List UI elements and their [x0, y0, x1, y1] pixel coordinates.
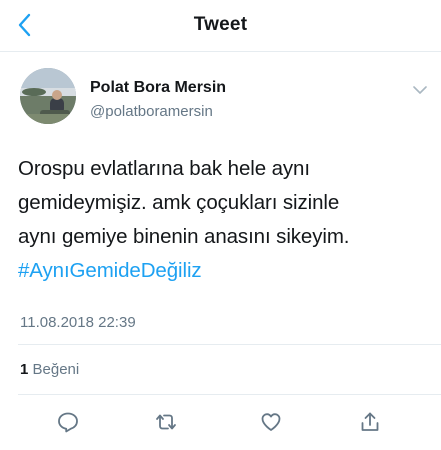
divider — [18, 394, 441, 395]
avatar[interactable] — [20, 68, 76, 124]
more-options-button[interactable] — [410, 80, 430, 100]
chevron-down-icon — [413, 85, 427, 94]
like-icon — [261, 413, 281, 431]
likes-count: 1 — [20, 361, 29, 378]
tweet-text-line: aynı gemiye binenin anasını sikeyim. — [18, 225, 350, 248]
likes-label: Beğeni — [32, 361, 80, 378]
share-button[interactable] — [352, 404, 388, 440]
tweet-timestamp: 11.08.2018 22:39 — [20, 314, 136, 331]
avatar-photo — [20, 68, 76, 124]
reply-button[interactable] — [50, 404, 86, 440]
author-name[interactable]: Polat Bora Mersin — [90, 79, 226, 97]
tweet-text-line: gemideymişiz. amk çoçukları sizinle — [18, 191, 340, 214]
tweet-text: Orospu evlatlarına bak hele aynı gemidey… — [18, 152, 428, 288]
hashtag-link[interactable]: #AynıGemideDeğiliz — [18, 254, 428, 288]
reply-icon — [58, 412, 78, 433]
share-icon — [361, 412, 379, 431]
tweet-text-line: Orospu evlatlarına bak hele aynı — [18, 157, 310, 180]
divider — [18, 344, 441, 345]
tweet-header: Polat Bora Mersin @polatboramersin — [20, 68, 430, 132]
likes-stat[interactable]: 1 Beğeni — [20, 361, 79, 378]
like-button[interactable] — [253, 404, 289, 440]
retweet-icon — [156, 414, 176, 430]
author-handle[interactable]: @polatboramersin — [90, 103, 213, 120]
retweet-button[interactable] — [148, 404, 184, 440]
top-nav-bar: Tweet — [0, 0, 441, 52]
page-title: Tweet — [193, 14, 248, 35]
tweet-actions-bar — [0, 404, 441, 440]
